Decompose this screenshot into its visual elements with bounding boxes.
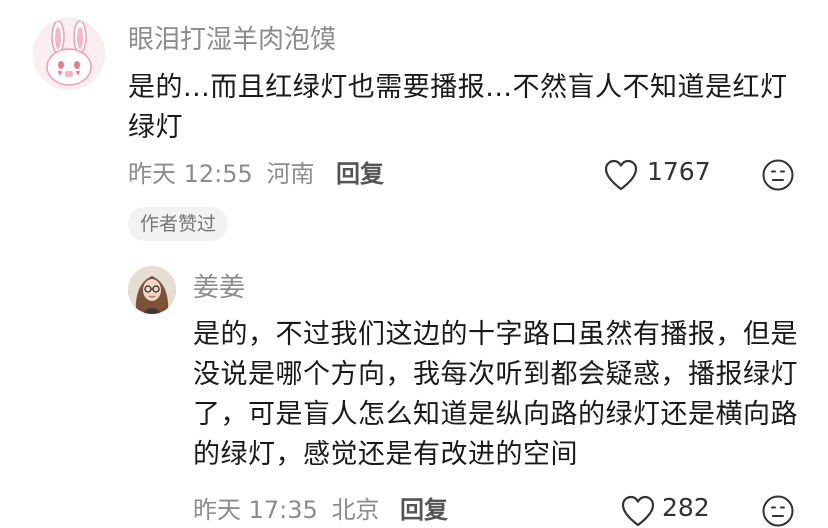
reply-time: 昨天 17:35 北京 xyxy=(193,494,379,526)
comment-username[interactable]: 眼泪打湿羊肉泡馍 xyxy=(128,23,336,57)
comment-timestamp: 昨天 12:55 xyxy=(128,160,253,188)
comment-reply-button[interactable]: 回复 xyxy=(336,158,384,190)
dislike-face-icon xyxy=(762,159,794,191)
heart-icon xyxy=(604,159,638,191)
comment-dislike-button[interactable] xyxy=(761,158,795,192)
heart-icon xyxy=(621,495,655,527)
reply-location: 北京 xyxy=(331,496,380,524)
dislike-face-icon xyxy=(762,495,794,527)
comment-like-button[interactable] xyxy=(603,158,639,192)
user-photo-avatar xyxy=(128,266,176,314)
reply-like-button[interactable] xyxy=(620,494,656,528)
reply-text: 是的，不过我们这边的十字路口虽然有播报，但是没说是哪个方向，我每次听到都会疑惑，… xyxy=(193,319,798,470)
author-liked-badge: 作者赞过 xyxy=(128,207,229,241)
comment-avatar[interactable] xyxy=(33,18,105,90)
reply-avatar[interactable] xyxy=(128,266,176,314)
reply-like-count: 282 xyxy=(662,493,710,522)
reply-timestamp: 昨天 17:35 xyxy=(193,496,318,524)
comment-time: 昨天 12:55 河南 xyxy=(128,158,314,190)
comment-location: 河南 xyxy=(266,160,315,188)
comment-like-count: 1767 xyxy=(647,157,711,186)
reply-username[interactable]: 姜姜 xyxy=(193,271,245,305)
rabbit-avatar-icon xyxy=(46,20,92,86)
reply-dislike-button[interactable] xyxy=(761,494,795,528)
reply-reply-button[interactable]: 回复 xyxy=(400,494,448,526)
comment-text: 是的...而且红绿灯也需要播报...不然盲人不知道是红灯绿灯 xyxy=(128,72,788,143)
